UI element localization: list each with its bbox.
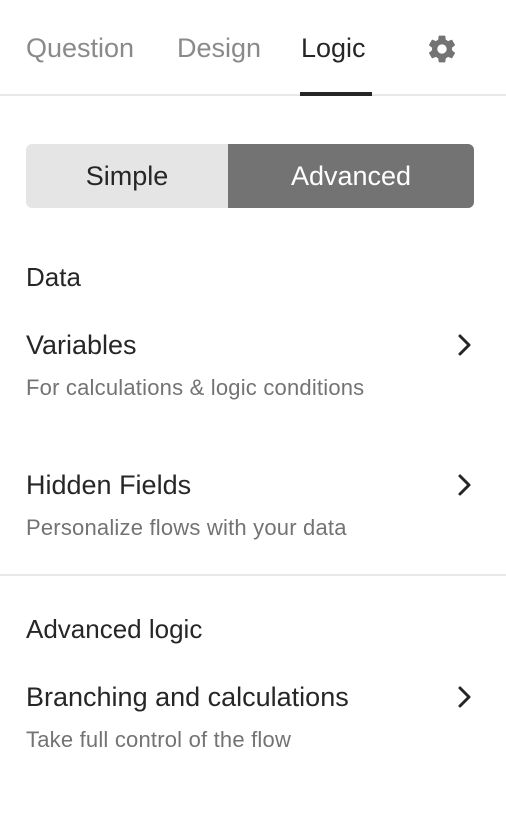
logic-panel: Question Design Logic Simple Advanced Da… xyxy=(0,0,506,816)
chevron-right-icon xyxy=(458,334,471,356)
row-title: Variables xyxy=(26,330,137,360)
chevron-right-icon xyxy=(458,686,471,708)
row-description: For calculations & logic conditions xyxy=(26,375,365,400)
active-tab-indicator xyxy=(300,92,372,96)
chevron-right-icon xyxy=(458,474,471,496)
tab-design[interactable]: Design xyxy=(177,31,261,65)
row-title: Hidden Fields xyxy=(26,470,192,500)
tab-logic[interactable]: Logic xyxy=(301,31,366,65)
row-description: Take full control of the flow xyxy=(26,727,292,752)
gear-icon[interactable] xyxy=(426,33,458,65)
tab-question[interactable]: Question xyxy=(26,31,134,65)
section-heading-advanced-logic: Advanced logic xyxy=(26,614,203,644)
row-description: Personalize flows with your data xyxy=(26,515,347,540)
advanced-mode-button[interactable]: Advanced xyxy=(228,144,474,208)
row-title: Branching and calculations xyxy=(26,682,349,712)
section-divider xyxy=(0,574,506,576)
section-heading-data: Data xyxy=(26,262,81,292)
hidden-fields-row[interactable]: Hidden Fields Personalize flows with you… xyxy=(0,468,506,548)
mode-toggle: Simple Advanced xyxy=(26,144,474,208)
variables-row[interactable]: Variables For calculations & logic condi… xyxy=(0,328,506,408)
simple-mode-button[interactable]: Simple xyxy=(26,144,228,208)
tab-bar: Question Design Logic xyxy=(0,0,506,96)
branching-calculations-row[interactable]: Branching and calculations Take full con… xyxy=(0,680,506,760)
